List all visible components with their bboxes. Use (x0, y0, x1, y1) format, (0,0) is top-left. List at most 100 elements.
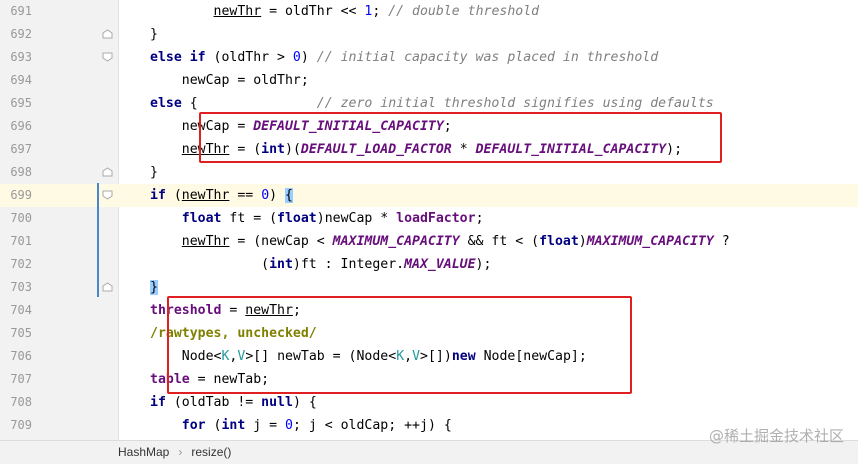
code-token: // initial capacity was placed in thresh… (316, 50, 659, 65)
code-line[interactable]: 691 newThr = oldThr << 1; // double thre… (0, 0, 858, 23)
code-token: )newCap * (316, 211, 397, 226)
code-token: { (181, 96, 317, 111)
code-text: } (150, 23, 158, 46)
line-number: 698 (10, 165, 32, 179)
fold-close-icon[interactable] (102, 167, 113, 177)
code-token: 0 (285, 418, 293, 433)
line-number: 696 (10, 119, 32, 133)
code-line[interactable]: 698} (0, 161, 858, 184)
code-line[interactable]: 701 newThr = (newCap < MAXIMUM_CAPACITY … (0, 230, 858, 253)
code-token: // double threshold (388, 4, 540, 19)
code-text: } (150, 276, 158, 299)
code-token: null (261, 395, 293, 410)
code-line[interactable]: 699 if (newThr == 0) { (0, 184, 858, 207)
highlight-box-new-table (167, 296, 632, 394)
code-text: for (int j = 0; j < oldCap; ++j) { (150, 414, 452, 437)
code-token: ) (269, 188, 286, 203)
breadcrumb-separator: › (178, 445, 183, 459)
code-token: ( (150, 257, 270, 272)
breadcrumb-class[interactable]: HashMap (118, 445, 169, 459)
code-line[interactable]: 700 float ft = (float)newCap * loadFacto… (0, 207, 858, 230)
code-token: ) { (292, 395, 317, 410)
code-token: (oldTab != (165, 395, 262, 410)
line-number: 692 (10, 27, 32, 41)
code-token: (oldThr > (205, 50, 293, 65)
code-token: ; (475, 211, 484, 226)
line-number: 694 (10, 73, 32, 87)
code-token: 0 (292, 50, 301, 65)
code-editor[interactable]: 691 newThr = oldThr << 1; // double thre… (0, 0, 858, 440)
code-token: == (229, 188, 262, 203)
code-token: MAXIMUM_CAPACITY (332, 234, 460, 249)
line-number: 703 (10, 280, 32, 294)
code-token: newCap = oldThr; (150, 73, 309, 88)
code-token: // zero initial threshold signifies usin… (316, 96, 714, 111)
breadcrumb-method[interactable]: resize() (191, 445, 231, 459)
code-token: loadFactor (396, 211, 476, 226)
code-line[interactable]: 702 (int)ft : Integer.MAX_VALUE); (0, 253, 858, 276)
line-number: 709 (10, 418, 32, 432)
line-number: 691 (10, 4, 32, 18)
code-token: ) (300, 50, 317, 65)
line-number: 695 (10, 96, 32, 110)
code-token: ft = ( (221, 211, 278, 226)
code-token: newThr (181, 234, 230, 249)
code-token: newThr (213, 4, 262, 19)
code-text: newThr = oldThr << 1; // double threshol… (150, 0, 540, 23)
code-token: float (539, 234, 579, 249)
line-number: 700 (10, 211, 32, 225)
code-token: ; (372, 4, 389, 19)
code-token: if (150, 395, 166, 410)
code-token: for (181, 418, 206, 433)
code-token: ( (165, 188, 182, 203)
line-number: 702 (10, 257, 32, 271)
line-number: 706 (10, 349, 32, 363)
code-token: else (150, 96, 182, 111)
code-token: MAXIMUM_CAPACITY (586, 234, 714, 249)
code-text: float ft = (float)newCap * loadFactor; (150, 207, 484, 230)
line-number: 704 (10, 303, 32, 317)
line-number: 708 (10, 395, 32, 409)
code-token: = oldThr << (261, 4, 365, 19)
line-number: 699 (10, 188, 32, 202)
fold-open-icon[interactable] (102, 190, 113, 200)
code-text: (int)ft : Integer.MAX_VALUE); (150, 253, 491, 276)
line-number: 693 (10, 50, 32, 64)
watermark-text: @稀土掘金技术社区 (708, 427, 844, 445)
code-token: newThr (181, 188, 230, 203)
code-text: else if (oldThr > 0) // initial capacity… (150, 46, 658, 69)
code-text: newThr = (newCap < MAXIMUM_CAPACITY && f… (150, 230, 730, 253)
code-line[interactable]: 693 else if (oldThr > 0) // initial capac… (0, 46, 858, 69)
code-text: newCap = oldThr; (150, 69, 309, 92)
code-line[interactable]: 694 newCap = oldThr; (0, 69, 858, 92)
code-token: int (269, 257, 293, 272)
code-token: } (150, 165, 158, 180)
scope-indicator (97, 183, 99, 297)
code-token: } (150, 27, 158, 42)
code-token: int (221, 418, 246, 433)
fold-close-icon[interactable] (102, 282, 113, 292)
code-token: float (277, 211, 317, 226)
code-token: if (150, 188, 166, 203)
code-token: ? (713, 234, 730, 249)
code-token: ) (578, 234, 587, 249)
code-token: ( (205, 418, 222, 433)
code-line[interactable]: 692} (0, 23, 858, 46)
code-token: 0 (261, 188, 270, 203)
code-token: else if (150, 50, 206, 65)
fold-close-icon[interactable] (102, 29, 113, 39)
code-token: ); (475, 257, 492, 272)
code-token: { (285, 188, 293, 203)
code-text: } (150, 161, 158, 184)
fold-open-icon[interactable] (102, 52, 113, 62)
code-token: = (newCap < (229, 234, 333, 249)
line-number: 697 (10, 142, 32, 156)
code-token: float (181, 211, 222, 226)
code-line[interactable]: 708 if (oldTab != null) { (0, 391, 858, 414)
breadcrumb: HashMap › resize() (118, 445, 231, 459)
